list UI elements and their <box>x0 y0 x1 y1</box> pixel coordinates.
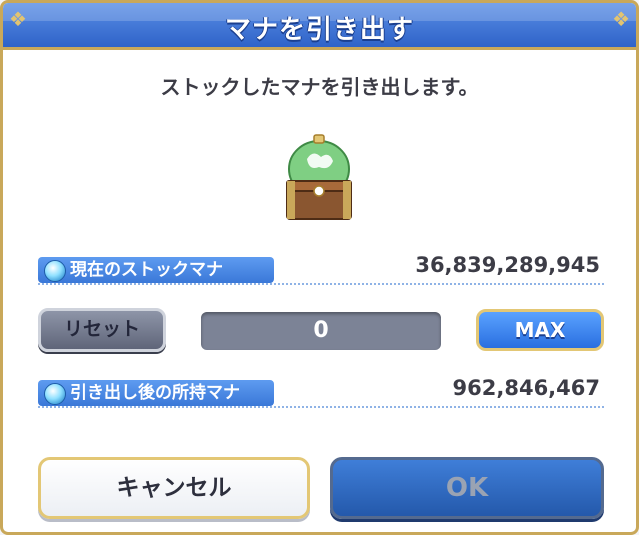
mana-chest-icon <box>286 134 352 220</box>
cancel-button[interactable]: キャンセル <box>38 457 310 519</box>
current-stock-value: 36,839,289,945 <box>415 253 600 277</box>
mana-gem-icon <box>44 260 66 282</box>
current-stock-label-text: 現在のストックマナ <box>70 260 223 280</box>
withdraw-amount-field[interactable]: 0 <box>201 312 441 350</box>
max-button[interactable]: MAX <box>476 309 604 351</box>
divider <box>38 406 604 408</box>
dialog-title-bar: ❖ マナを引き出す ❖ <box>3 3 636 50</box>
divider <box>38 283 604 285</box>
ok-button[interactable]: OK <box>330 457 604 519</box>
after-withdraw-value: 962,846,467 <box>452 376 600 400</box>
dialog-title: マナを引き出す <box>224 15 414 45</box>
withdraw-mana-dialog: ❖ マナを引き出す ❖ ストックしたマナを引き出します。 現在のストックマナ 3… <box>0 0 639 535</box>
current-stock-label: 現在のストックマナ <box>38 257 274 283</box>
mana-gem-icon <box>44 383 66 405</box>
reset-button[interactable]: リセット <box>38 308 166 352</box>
after-withdraw-label-text: 引き出し後の所持マナ <box>70 383 240 403</box>
after-withdraw-label: 引き出し後の所持マナ <box>38 380 274 406</box>
ornament-right-icon: ❖ <box>612 7 630 31</box>
dialog-message: ストックしたマナを引き出します。 <box>160 75 479 99</box>
